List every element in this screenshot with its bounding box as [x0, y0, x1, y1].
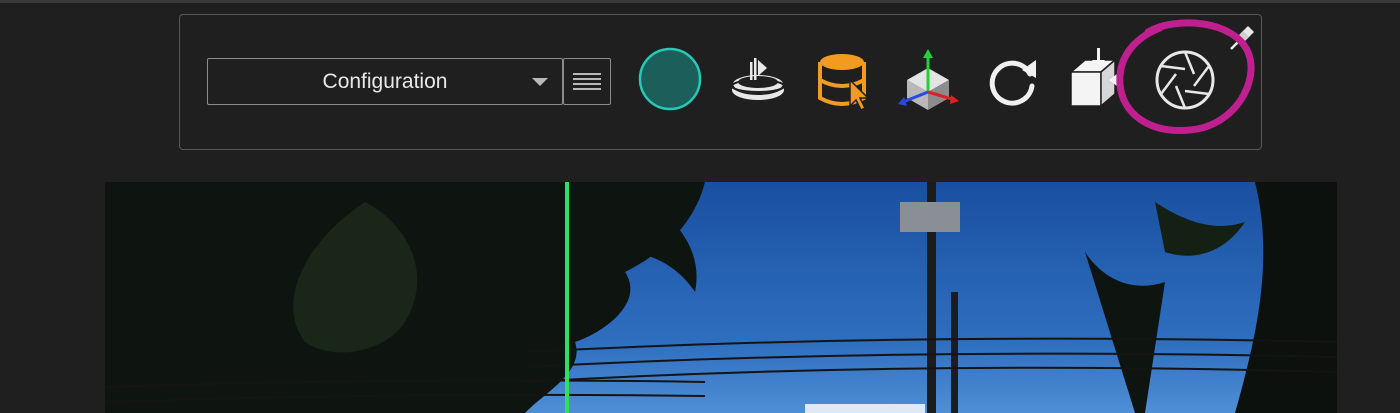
sound-source-tool[interactable]	[723, 44, 793, 116]
cylinder-cursor-icon	[818, 54, 870, 112]
list-icon-line	[573, 83, 601, 85]
chevron-down-icon	[532, 78, 548, 86]
select-region-tool[interactable]	[808, 44, 878, 116]
transform-gizmo-tool[interactable]	[893, 44, 963, 116]
circle-icon	[638, 47, 702, 111]
refresh-icon	[989, 60, 1036, 106]
list-icon-line	[573, 78, 601, 80]
pin-icon[interactable]	[1226, 18, 1260, 52]
list-icon	[573, 73, 601, 75]
photo-viewport[interactable]	[105, 182, 1337, 413]
export-box-button[interactable]	[1065, 44, 1135, 116]
list-menu-button[interactable]	[563, 58, 611, 105]
axes-cube-icon	[898, 49, 959, 110]
box-download-icon	[1068, 48, 1118, 108]
refresh-button[interactable]	[978, 44, 1048, 116]
configuration-dropdown[interactable]: Configuration	[207, 58, 563, 105]
aperture-icon	[1155, 50, 1215, 110]
photo-preview	[105, 182, 1337, 413]
configuration-dropdown-label: Configuration	[322, 69, 448, 93]
list-icon-line	[573, 88, 601, 90]
disc-audio-icon	[731, 58, 785, 100]
camera-aperture-button[interactable]	[1150, 44, 1220, 116]
window-top-border	[0, 0, 1400, 3]
record-button[interactable]	[635, 44, 705, 116]
